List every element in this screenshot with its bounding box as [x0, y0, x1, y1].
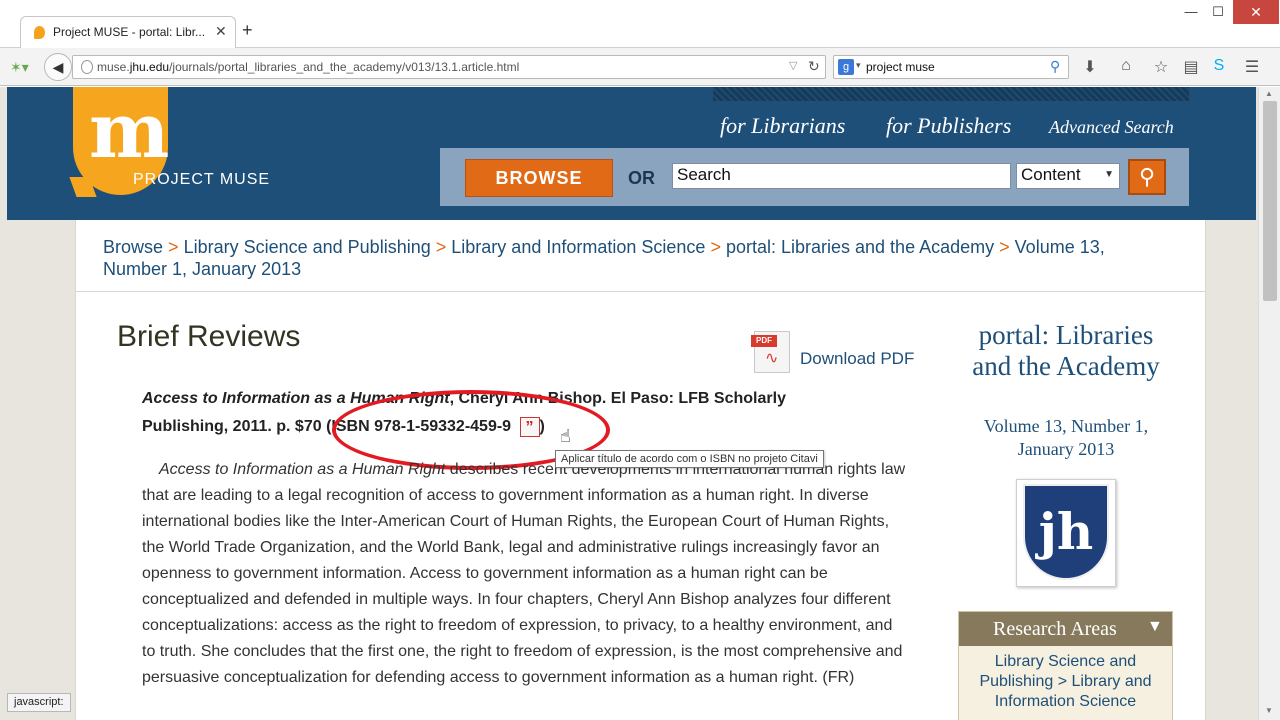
triangle-down-icon[interactable]: ▼ [1147, 612, 1163, 642]
content-card: Browse > Library Science and Publishing … [75, 220, 1206, 720]
review-text: describes recent developments in interna… [142, 461, 906, 686]
url-text[interactable]: muse.jhu.edu/journals/portal_libraries_a… [97, 60, 519, 74]
scroll-up-icon[interactable]: ▲ [1265, 89, 1273, 98]
breadcrumb-separator: > [999, 237, 1010, 257]
citavi-tooltip: Aplicar título de acordo com o ISBN no p… [555, 450, 824, 468]
breadcrumb-library-info-science[interactable]: Library and Information Science [451, 237, 705, 257]
scroll-down-icon[interactable]: ▼ [1265, 706, 1273, 715]
browser-search-input[interactable]: project muse [866, 60, 935, 74]
nav-for-publishers[interactable]: for Publishers [886, 113, 1011, 139]
globe-icon [81, 60, 93, 74]
engine-dropdown-icon[interactable]: ▾ [856, 60, 861, 71]
header-top-strip [713, 87, 1189, 101]
breadcrumb-separator: > [710, 237, 721, 257]
breadcrumb-journal[interactable]: portal: Libraries and the Academy [726, 237, 994, 257]
browse-button[interactable]: BROWSE [465, 159, 613, 197]
minimize-button[interactable]: — [1176, 0, 1206, 24]
bookmark-star-icon[interactable]: ☆ [1151, 57, 1171, 77]
breadcrumb-separator: > [435, 237, 447, 257]
url-dropdown-icon[interactable]: ▽ [789, 59, 797, 72]
magnifier-icon: ⚲ [1138, 164, 1156, 189]
search-panel: BROWSE OR Search Content ▼ ⚲ [440, 148, 1189, 206]
sidebar-issue[interactable]: Volume 13, Number 1, January 2013 [964, 415, 1168, 461]
browser-titlebar: Project MUSE - portal: Libr... ✕ + — ☐ ✕ [0, 0, 1280, 48]
reading-list-icon[interactable]: ▤ [1181, 57, 1201, 77]
content-select-value: Content [1021, 165, 1081, 184]
site-search-button[interactable]: ⚲ [1128, 159, 1166, 195]
acrobat-mark-icon: ∿ [765, 350, 779, 367]
sidebar-journal-title[interactable]: portal: Libraries and the Academy [964, 320, 1168, 382]
review-paragraph: Access to Information as a Human Right d… [142, 457, 908, 691]
page-title: Brief Reviews [117, 320, 301, 353]
url-bar[interactable]: muse.jhu.edu/journals/portal_libraries_a… [72, 55, 826, 79]
home-icon[interactable]: ⌂ [1116, 57, 1136, 75]
content-type-select[interactable]: Content ▼ [1016, 163, 1120, 189]
reload-icon[interactable]: ↻ [808, 58, 820, 75]
tab-close-icon[interactable]: ✕ [215, 23, 227, 40]
breadcrumb-browse[interactable]: Browse [103, 237, 163, 257]
research-areas-header[interactable]: Research Areas ▼ [959, 612, 1172, 646]
scroll-thumb[interactable] [1263, 101, 1277, 301]
status-bar: javascript: [7, 693, 71, 712]
back-button[interactable]: ◀ [44, 53, 72, 81]
or-label: OR [628, 168, 655, 188]
breadcrumb-divider [76, 291, 1205, 292]
site-header: m PROJECT MUSE for Librarians for Publis… [7, 87, 1256, 220]
review-body: Access to Information as a Human Right d… [142, 457, 908, 691]
jh-letters: jh [1038, 502, 1094, 561]
research-area-link[interactable]: Library Science and Publishing > Library… [967, 652, 1164, 712]
muse-favicon-icon [34, 26, 45, 39]
pdf-icon[interactable]: PDF ∿ [751, 331, 790, 373]
download-icon[interactable]: ⬇ [1080, 57, 1100, 77]
review-book-title: Access to Information as a Human Right [159, 461, 446, 478]
research-areas-box: Research Areas ▼ Library Science and Pub… [958, 611, 1173, 720]
google-icon[interactable]: g [838, 59, 854, 75]
close-window-button[interactable]: ✕ [1233, 0, 1279, 24]
pdf-tag: PDF [751, 335, 777, 347]
nav-for-librarians[interactable]: for Librarians [720, 113, 845, 139]
download-pdf-link[interactable]: Download PDF [800, 349, 914, 369]
jhu-press-logo[interactable]: jh [1016, 479, 1116, 587]
addon-icon[interactable]: ✶▾ [10, 59, 29, 76]
nav-advanced-search[interactable]: Advanced Search [1049, 117, 1174, 138]
shield-icon: jh [1023, 484, 1109, 580]
menu-icon[interactable]: ☰ [1242, 57, 1262, 77]
maximize-button[interactable]: ☐ [1203, 0, 1233, 24]
browser-search-bar[interactable]: g ▾ project muse ⚲ [833, 55, 1069, 79]
logo-text[interactable]: PROJECT MUSE [133, 171, 270, 189]
breadcrumb-separator: > [168, 237, 179, 257]
browser-navbar: ✶▾ ◀ muse.jhu.edu/journals/portal_librar… [0, 48, 1280, 86]
site-search-input[interactable]: Search [672, 163, 1011, 189]
back-arrow-icon: ◀ [52, 59, 64, 75]
hand-cursor-icon: ☝ [560, 426, 571, 446]
breadcrumb-library-science[interactable]: Library Science and Publishing [184, 237, 431, 257]
new-tab-button[interactable]: + [242, 20, 253, 41]
chevron-down-icon: ▼ [1104, 169, 1114, 180]
logo-letter: m [89, 86, 170, 175]
browser-tab[interactable]: Project MUSE - portal: Libr... ✕ [20, 16, 236, 48]
breadcrumb: Browse > Library Science and Publishing … [103, 236, 1163, 280]
page-scrollbar[interactable]: ▲ ▼ [1258, 87, 1280, 720]
search-icon[interactable]: ⚲ [1050, 58, 1060, 75]
skype-icon[interactable]: S [1209, 57, 1229, 75]
research-areas-title: Research Areas [993, 618, 1117, 640]
tab-title: Project MUSE - portal: Libr... [53, 25, 206, 39]
